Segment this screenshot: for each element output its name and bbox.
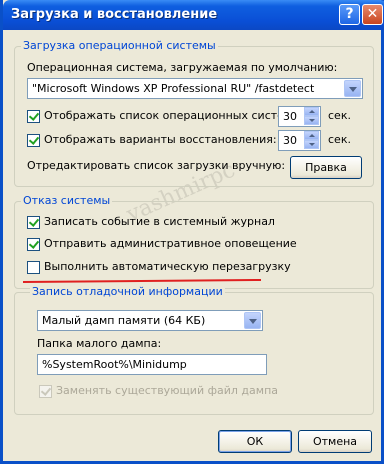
dump-folder-label: Папка малого дампа: — [37, 337, 162, 350]
window-title: Загрузка и восстановление — [11, 7, 218, 22]
show-os-list-checkbox[interactable] — [27, 110, 40, 123]
dump-type-select[interactable]: Малый дамп памяти (64 КБ) — [37, 310, 263, 331]
default-os-select[interactable]: "Microsoft Windows XP Professional RU" /… — [27, 78, 363, 99]
default-os-label: Операционная система, загружаемая по умо… — [27, 61, 338, 74]
show-recovery-seconds[interactable]: 30 — [278, 130, 321, 151]
write-event-label: Записать событие в системный журнал — [44, 215, 275, 228]
send-alert-label: Отправить административное оповещение — [44, 237, 297, 250]
spin-down-icon[interactable] — [304, 140, 319, 149]
title-bar[interactable]: Загрузка и восстановление ? ✕ — [3, 0, 384, 30]
send-alert-checkbox[interactable] — [27, 238, 40, 251]
spin-up-icon[interactable] — [304, 131, 319, 140]
help-button[interactable]: ? — [339, 4, 360, 25]
seconds-unit-1: сек. — [328, 109, 351, 122]
overwrite-dump-checkbox[interactable] — [39, 385, 52, 398]
chevron-down-icon[interactable] — [344, 80, 361, 97]
spin-up-icon[interactable] — [304, 107, 319, 116]
dump-folder-field[interactable]: %SystemRoot%\Minidump — [37, 354, 267, 375]
auto-restart-checkbox[interactable] — [27, 261, 40, 274]
ok-button[interactable]: ОК — [218, 430, 292, 453]
startup-legend: Загрузка операционной системы — [21, 39, 218, 52]
write-event-checkbox[interactable] — [27, 216, 40, 229]
spin-down-icon[interactable] — [304, 116, 319, 125]
dump-type-value: Малый дамп памяти (64 КБ) — [42, 314, 206, 327]
show-os-list-label: Отображать список операционных систем: — [44, 109, 296, 122]
failure-legend: Отказ системы — [21, 194, 113, 207]
chevron-down-icon[interactable] — [244, 312, 261, 329]
seconds-unit-2: сек. — [328, 133, 351, 146]
show-os-list-seconds[interactable]: 30 — [278, 106, 321, 127]
auto-restart-label: Выполнить автоматическую перезагрузку — [44, 260, 291, 273]
edit-boot-list-label: Отредактировать список загрузки вручную: — [27, 159, 286, 172]
dump-folder-value: %SystemRoot%\Minidump — [42, 358, 187, 371]
edit-button[interactable]: Правка — [290, 156, 362, 179]
close-button[interactable]: ✕ — [362, 4, 383, 25]
overwrite-dump-label: Заменять существующий файл дампа — [56, 384, 279, 397]
boot-recovery-dialog: Загрузка и восстановление ? ✕ vashmirpc … — [0, 0, 384, 464]
show-recovery-seconds-value: 30 — [283, 134, 297, 147]
show-recovery-checkbox[interactable] — [27, 134, 40, 147]
show-os-list-seconds-value: 30 — [283, 110, 297, 123]
debug-legend: Запись отладочной информации — [30, 285, 225, 298]
cancel-button[interactable]: Отмена — [298, 430, 372, 453]
show-recovery-label: Отображать варианты восстановления: — [44, 133, 277, 146]
default-os-value: "Microsoft Windows XP Professional RU" /… — [32, 82, 315, 95]
